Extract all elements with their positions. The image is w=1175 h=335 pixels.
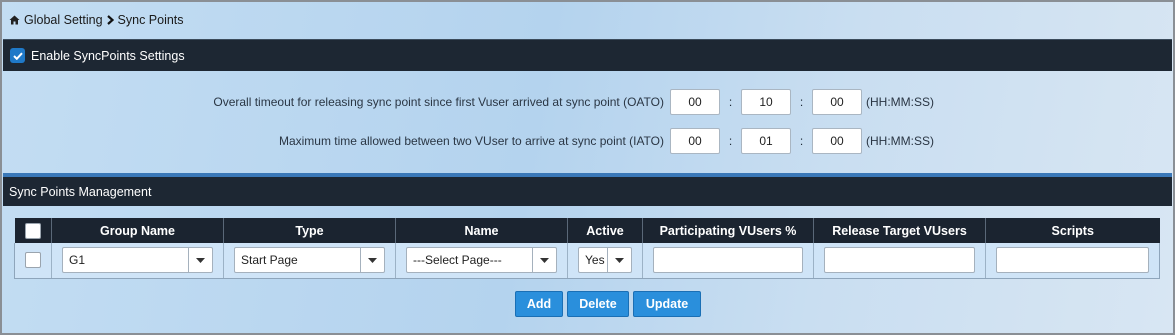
iato-hours-input[interactable] [670, 128, 720, 154]
iato-row: Maximum time allowed between two VUser t… [279, 128, 934, 154]
active-select-value: Yes [585, 253, 605, 268]
time-colon: : [799, 95, 804, 109]
table-row: G1 Start Page ---Select Page--- Yes [14, 243, 1160, 279]
breadcrumb-root[interactable]: Global Setting [24, 13, 103, 27]
chevron-right-icon [106, 15, 114, 25]
enable-syncpoints-label: Enable SyncPoints Settings [31, 48, 185, 63]
group-cell: G1 [51, 243, 224, 279]
sync-points-table: Group Name Type Name Active Participatin… [14, 218, 1160, 279]
select-all-header [14, 218, 52, 243]
oato-hours-input[interactable] [670, 89, 720, 115]
time-colon: : [728, 95, 733, 109]
oato-seconds-input[interactable] [812, 89, 862, 115]
iato-format-hint: (HH:MM:SS) [866, 134, 934, 148]
release-target-input[interactable] [824, 247, 975, 274]
table-header-row: Group Name Type Name Active Participatin… [14, 218, 1160, 243]
active-cell: Yes [567, 243, 643, 279]
row-checkbox[interactable] [25, 252, 41, 269]
row-select-cell [14, 243, 52, 279]
management-title: Sync Points Management [9, 184, 152, 199]
type-select-value: Start Page [241, 253, 298, 268]
header-scripts[interactable]: Scripts [985, 218, 1160, 243]
release-target-cell [813, 243, 986, 279]
participating-cell [642, 243, 814, 279]
chevron-down-icon[interactable] [607, 248, 631, 273]
type-cell: Start Page [223, 243, 396, 279]
iato-minutes-input[interactable] [741, 128, 791, 154]
breadcrumb: Global Setting Sync Points [9, 11, 184, 29]
management-bar: Sync Points Management [3, 173, 1172, 206]
group-select[interactable]: G1 [62, 247, 213, 274]
update-button[interactable]: Update [633, 291, 701, 317]
scripts-input[interactable] [996, 247, 1149, 274]
chevron-down-icon[interactable] [360, 248, 384, 273]
home-icon[interactable] [9, 15, 24, 25]
add-button[interactable]: Add [515, 291, 563, 317]
header-active[interactable]: Active [567, 218, 643, 243]
time-colon: : [728, 134, 733, 148]
oato-row: Overall timeout for releasing sync point… [213, 89, 934, 115]
header-group-name[interactable]: Group Name [51, 218, 224, 243]
oato-format-hint: (HH:MM:SS) [866, 95, 934, 109]
enable-syncpoints-checkbox[interactable] [10, 48, 25, 63]
delete-button[interactable]: Delete [567, 291, 629, 317]
iato-label: Maximum time allowed between two VUser t… [278, 134, 664, 148]
participating-input[interactable] [653, 247, 803, 274]
scripts-cell [985, 243, 1160, 279]
name-cell: ---Select Page--- [395, 243, 568, 279]
select-all-checkbox[interactable] [24, 222, 41, 239]
breadcrumb-current: Sync Points [117, 13, 184, 27]
type-select[interactable]: Start Page [234, 247, 385, 274]
settings-bar: Enable SyncPoints Settings [3, 39, 1172, 71]
oato-minutes-input[interactable] [741, 89, 791, 115]
chevron-down-icon[interactable] [532, 248, 556, 273]
name-select[interactable]: ---Select Page--- [406, 247, 557, 274]
header-name[interactable]: Name [395, 218, 568, 243]
oato-label: Overall timeout for releasing sync point… [213, 95, 664, 109]
header-participating[interactable]: Participating VUsers % [642, 218, 814, 243]
group-select-value: G1 [69, 253, 86, 268]
header-release-target[interactable]: Release Target VUsers [813, 218, 986, 243]
header-type[interactable]: Type [223, 218, 396, 243]
check-icon [12, 52, 23, 60]
action-buttons: Add Delete Update [515, 291, 701, 317]
time-colon: : [799, 134, 804, 148]
iato-seconds-input[interactable] [812, 128, 862, 154]
name-select-value: ---Select Page--- [413, 253, 502, 268]
active-select[interactable]: Yes [578, 247, 632, 274]
chevron-down-icon[interactable] [188, 248, 212, 273]
